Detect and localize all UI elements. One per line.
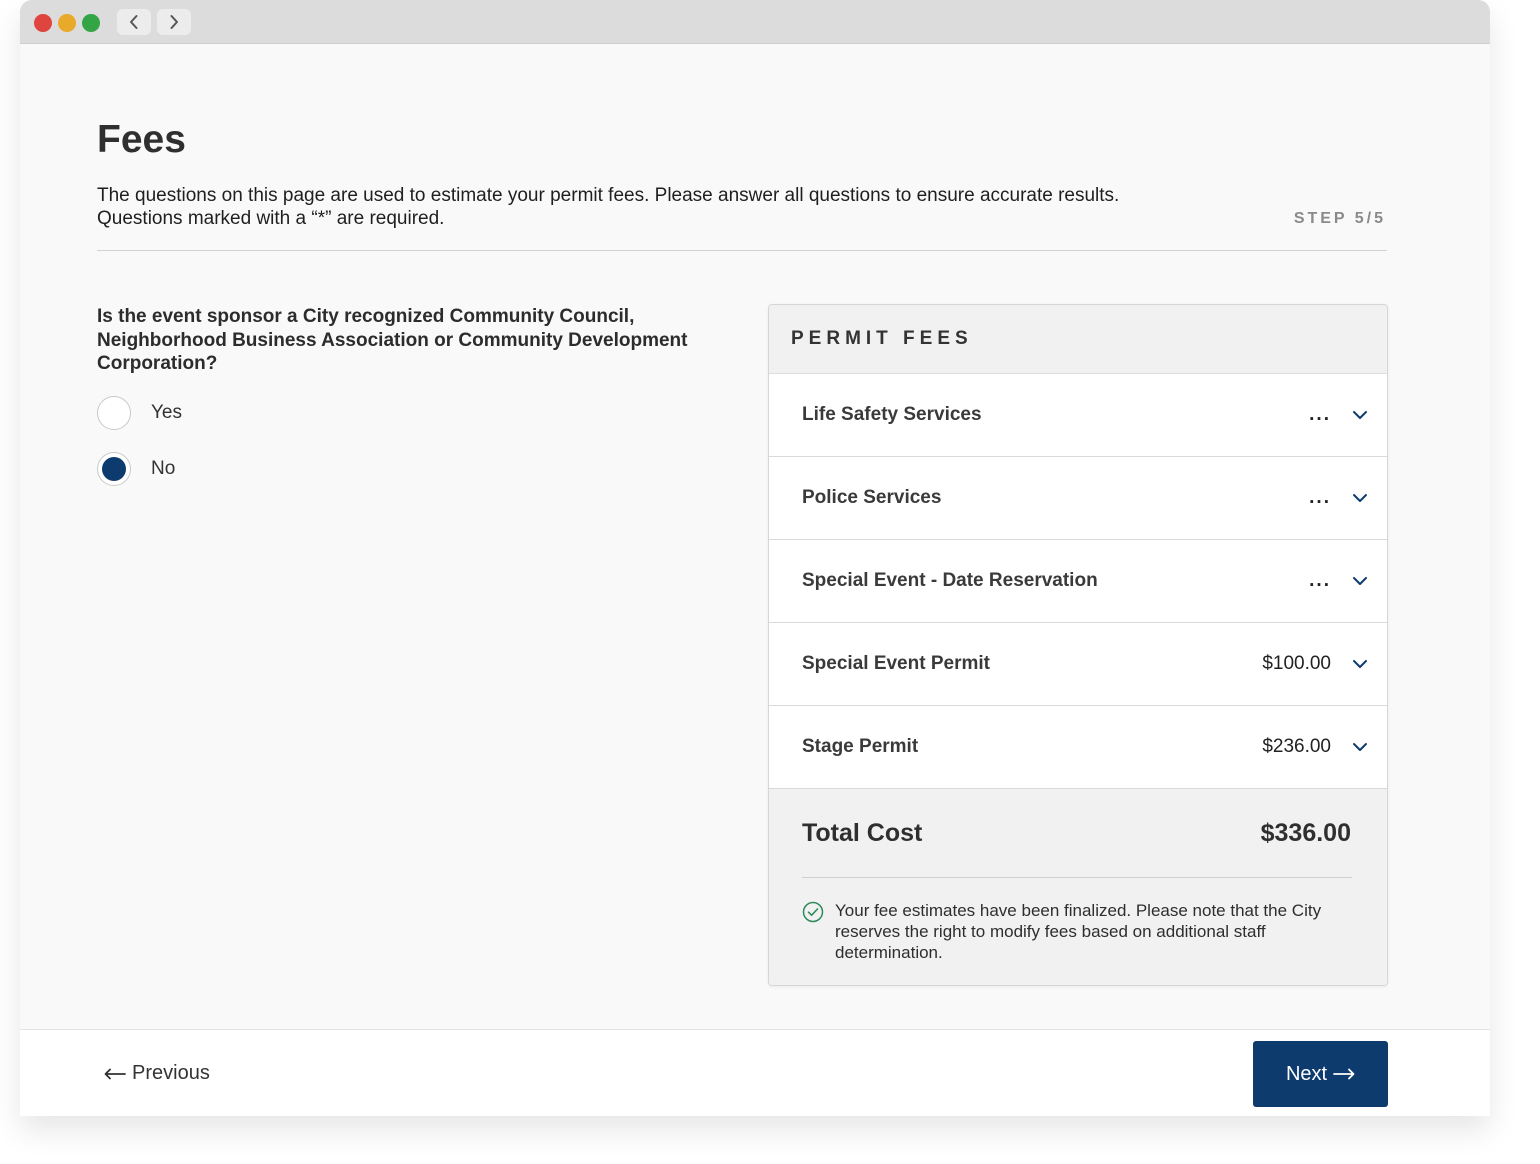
previous-button-label: Previous xyxy=(132,1062,210,1084)
chevron-down-icon[interactable] xyxy=(1351,489,1369,507)
fee-row-stage-permit[interactable]: Stage Permit $236.00 xyxy=(769,706,1387,789)
browser-window: Fees The questions on this page are used… xyxy=(20,0,1490,1116)
minimize-window-button[interactable] xyxy=(58,14,76,32)
radio-yes-label: Yes xyxy=(151,402,182,423)
fee-amount: $100.00 xyxy=(1262,653,1331,674)
permit-fees-header: PERMIT FEES xyxy=(769,305,1387,374)
arrow-left-icon xyxy=(104,1068,126,1079)
page-title: Fees xyxy=(97,118,186,161)
fee-name: Police Services xyxy=(802,487,942,508)
total-row: Total Cost $336.00 xyxy=(802,789,1351,877)
sponsor-question: Is the event sponsor a City recognized C… xyxy=(97,306,688,374)
fee-amount: ... xyxy=(1309,570,1331,591)
fee-name: Special Event Permit xyxy=(802,653,990,674)
fee-amount: $236.00 xyxy=(1262,736,1331,757)
fee-row-life-safety-services[interactable]: Life Safety Services ... xyxy=(769,374,1387,457)
fee-row-date-reservation[interactable]: Special Event - Date Reservation ... xyxy=(769,540,1387,623)
fee-amount: ... xyxy=(1309,404,1331,425)
permit-fees-panel: PERMIT FEES Life Safety Services ... Pol… xyxy=(768,304,1388,986)
next-button-label: Next xyxy=(1285,1062,1328,1085)
close-window-button[interactable] xyxy=(34,14,52,32)
footer-bar: Previous Next xyxy=(20,1029,1490,1116)
chevron-down-icon[interactable] xyxy=(1351,738,1369,756)
intro-text: The questions on this page are used to e… xyxy=(97,184,1257,230)
radio-selected-dot xyxy=(102,457,126,481)
chevron-left-icon xyxy=(130,15,138,29)
fee-name: Stage Permit xyxy=(802,736,919,757)
previous-button[interactable]: Previous xyxy=(104,1062,210,1085)
total-cost-section: Total Cost $336.00 Your fee estimates ha… xyxy=(769,789,1387,985)
radio-option-yes[interactable]: Yes xyxy=(97,396,182,430)
radio-no[interactable] xyxy=(97,452,131,486)
fee-name: Special Event - Date Reservation xyxy=(802,570,1098,591)
finalized-notice: Your fee estimates have been finalized. … xyxy=(802,900,1351,963)
maximize-window-button[interactable] xyxy=(82,14,100,32)
radio-yes[interactable] xyxy=(97,396,131,430)
total-cost-label: Total Cost xyxy=(802,818,923,847)
chevron-down-icon[interactable] xyxy=(1351,406,1369,424)
finalized-notice-text: Your fee estimates have been finalized. … xyxy=(835,901,1322,962)
check-circle-icon xyxy=(802,901,824,923)
window-titlebar xyxy=(20,0,1490,44)
step-indicator: STEP 5/5 xyxy=(1293,210,1386,227)
intro-line-1: The questions on this page are used to e… xyxy=(97,185,1120,206)
chevron-right-icon xyxy=(170,15,178,29)
total-divider xyxy=(802,877,1352,878)
fee-amount: ... xyxy=(1309,487,1331,508)
fee-name: Life Safety Services xyxy=(802,404,982,425)
chevron-down-icon[interactable] xyxy=(1351,572,1369,590)
fee-row-special-event-permit[interactable]: Special Event Permit $100.00 xyxy=(769,623,1387,706)
chevron-down-icon[interactable] xyxy=(1351,655,1369,673)
next-button[interactable]: Next xyxy=(1253,1041,1388,1107)
intro-line-2: Questions marked with a “*” are required… xyxy=(97,208,445,229)
browser-back-button[interactable] xyxy=(117,9,151,35)
header-divider xyxy=(97,250,1387,251)
radio-option-no[interactable]: No xyxy=(97,452,175,486)
fee-row-police-services[interactable]: Police Services ... xyxy=(769,457,1387,540)
arrow-right-icon xyxy=(1333,1068,1355,1080)
radio-no-label: No xyxy=(151,458,176,479)
total-cost-value: $336.00 xyxy=(1260,818,1351,847)
browser-forward-button[interactable] xyxy=(157,9,191,35)
